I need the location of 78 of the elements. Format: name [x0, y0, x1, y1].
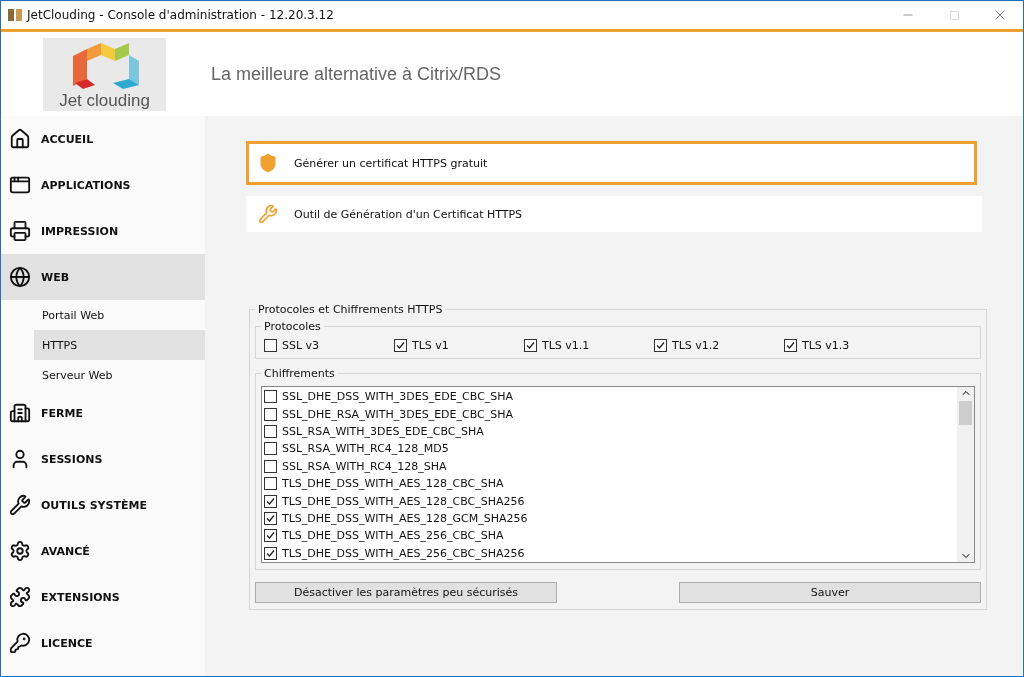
- checkbox-label: TLS v1.3: [802, 339, 850, 352]
- nav-item[interactable]: ACCUEIL: [1, 116, 205, 162]
- checkbox[interactable]: [264, 529, 277, 543]
- checkbox-label: TLS v1.1: [542, 339, 590, 352]
- action-button[interactable]: Sauver: [679, 582, 981, 603]
- scrollbar[interactable]: [957, 387, 974, 562]
- nav-subitem[interactable]: Serveur Web: [34, 360, 205, 390]
- nav-subitem[interactable]: Portail Web: [34, 300, 205, 330]
- action-button[interactable]: Générer un certificat HTTPS gratuit: [246, 141, 977, 185]
- checkbox-label: SSL v3: [282, 339, 320, 352]
- group-title: Protocoles et Chiffrements HTTPS: [257, 303, 444, 316]
- puzzle-icon: [9, 586, 31, 608]
- action-button[interactable]: Outil de Génération d'un Certificat HTTPS: [246, 196, 982, 232]
- group-title: Protocoles: [263, 320, 322, 333]
- checkbox[interactable]: [264, 442, 277, 456]
- nav-label: LICENCE: [41, 636, 93, 650]
- home-icon: [9, 128, 31, 150]
- checkbox[interactable]: [654, 339, 667, 352]
- nav-label: AVANCÉ: [41, 544, 90, 558]
- checkbox[interactable]: [264, 494, 277, 508]
- checkbox-label: TLS v1: [412, 339, 449, 352]
- nav-label: SESSIONS: [41, 452, 103, 466]
- checkbox[interactable]: [264, 424, 277, 438]
- nav-item[interactable]: EXTENSIONS: [1, 574, 205, 620]
- app-icon: [7, 7, 23, 23]
- checkbox[interactable]: [264, 477, 277, 491]
- building-icon: [9, 402, 31, 424]
- key-icon: [9, 632, 31, 654]
- gear-icon: [9, 540, 31, 562]
- nav-item[interactable]: WEB: [1, 254, 205, 300]
- nav-item[interactable]: FERME: [1, 390, 205, 436]
- checkbox[interactable]: [264, 390, 277, 404]
- globe-icon: [9, 266, 31, 288]
- checkbox[interactable]: [264, 339, 277, 352]
- wrench-icon: [9, 494, 31, 516]
- maximize-icon: [948, 9, 960, 21]
- checkbox[interactable]: [264, 459, 277, 473]
- nav-label: OUTILS SYSTÈME: [41, 498, 147, 512]
- nav-label: FERME: [41, 406, 83, 420]
- nav-label: ACCUEIL: [41, 132, 94, 146]
- cipher-label: SSL_DHE_DSS_WITH_3DES_EDE_CBC_SHA: [282, 390, 514, 404]
- nav-label: WEB: [41, 270, 70, 284]
- checkbox[interactable]: [784, 339, 797, 352]
- nav-item[interactable]: LICENCE: [1, 620, 205, 666]
- cipher-label: SSL_RSA_WITH_RC4_128_SHA: [282, 459, 447, 473]
- nav-item[interactable]: SESSIONS: [1, 436, 205, 482]
- nav-subitem[interactable]: HTTPS: [34, 330, 205, 360]
- cipher-label: SSL_RSA_WITH_3DES_EDE_CBC_SHA: [282, 424, 484, 438]
- scroll-thumb[interactable]: [959, 401, 972, 425]
- checkbox[interactable]: [264, 546, 277, 560]
- tagline: La meilleure alternative à Citrix/RDS: [211, 63, 502, 85]
- checkbox[interactable]: [264, 511, 277, 525]
- nav-item[interactable]: AVANCÉ: [1, 528, 205, 574]
- cipher-label: SSL_DHE_RSA_WITH_3DES_EDE_CBC_SHA: [282, 407, 514, 421]
- nav-item[interactable]: IMPRESSION: [1, 208, 205, 254]
- shield-icon: [258, 153, 278, 173]
- logo-text: Jet clouding: [59, 90, 150, 111]
- cipher-label: TLS_DHE_DSS_WITH_AES_128_CBC_SHA: [282, 477, 504, 491]
- cipher-label: TLS_DHE_DSS_WITH_AES_256_CBC_SHA256: [282, 546, 525, 560]
- wrench-icon: [258, 204, 278, 224]
- nav-label: APPLICATIONS: [41, 178, 131, 192]
- cipher-label: TLS_DHE_DSS_WITH_AES_128_GCM_SHA256: [282, 511, 528, 525]
- nav-label: EXTENSIONS: [41, 590, 120, 604]
- window-title: JetClouding - Console d'administration - 12.20.3.12: [27, 8, 335, 22]
- group-title: Chiffrements: [263, 367, 336, 380]
- nav-item[interactable]: OUTILS SYSTÈME: [1, 482, 205, 528]
- checkbox[interactable]: [264, 407, 277, 421]
- cipher-label: TLS_DHE_DSS_WITH_AES_256_CBC_SHA: [282, 529, 504, 543]
- checkbox[interactable]: [394, 339, 407, 352]
- printer-icon: [9, 220, 31, 242]
- window-icon: [9, 174, 31, 196]
- checkbox-label: TLS v1.2: [672, 339, 720, 352]
- nav-label: IMPRESSION: [41, 224, 119, 238]
- cipher-label: SSL_RSA_WITH_RC4_128_MD5: [282, 442, 449, 456]
- checkbox[interactable]: [524, 339, 537, 352]
- nav-item[interactable]: APPLICATIONS: [1, 162, 205, 208]
- cipher-label: TLS_DHE_DSS_WITH_AES_128_CBC_SHA256: [282, 494, 525, 508]
- action-button[interactable]: Désactiver les paramètres peu sécurisés: [255, 582, 557, 603]
